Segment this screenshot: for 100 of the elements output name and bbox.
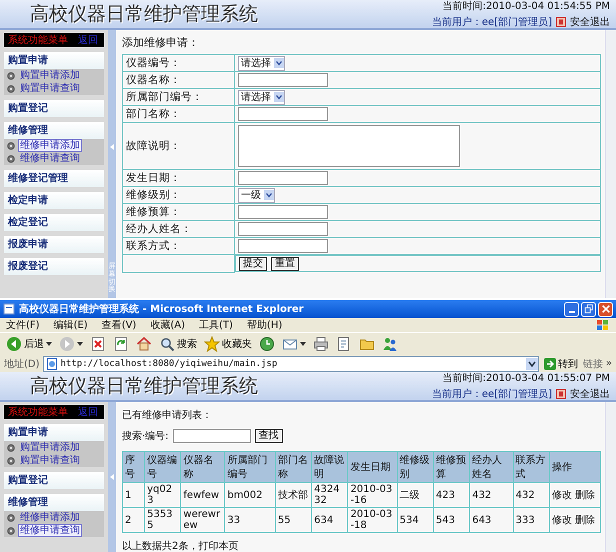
caret-icon [274,92,284,102]
input-field[interactable] [238,171,328,185]
dropdown[interactable]: 一级 [238,188,275,202]
logout-link[interactable]: 安全退出 [570,387,610,401]
menu-item[interactable]: 文件(F) [6,318,40,332]
system-title: 高校仪器日常维护管理系统 [30,2,258,27]
forward-button[interactable] [57,334,85,354]
caret-icon [274,58,284,68]
input-field[interactable] [238,73,328,87]
bullet-icon [7,154,15,162]
menu-group[interactable]: 维修管理 [4,122,104,139]
refresh-icon [113,336,129,352]
menu-item[interactable]: 帮助(H) [246,318,282,332]
address-label: 地址(D) [4,358,40,370]
menu-group[interactable]: 维修管理 [4,494,104,511]
links-label[interactable]: 链接 [582,356,603,370]
menu-item[interactable]: 维修申请查询 [18,524,82,537]
menu-item[interactable]: 工具(T) [199,318,233,332]
table-cell: 543 [433,508,470,532]
menu-group[interactable]: 报废申请 [4,236,104,253]
page-icon [3,303,15,315]
bullet-icon [7,84,15,92]
column-header: 序号 [122,452,145,482]
search-button[interactable]: 搜索 [157,334,199,354]
column-header: 操作 [549,452,600,482]
input-field[interactable] [238,239,328,253]
scrollbar[interactable] [605,30,616,298]
restore-icon [584,304,594,314]
menu-group[interactable]: 购置登记 [4,472,104,489]
caret-icon [300,342,306,346]
menu-title: 系统功能菜单 [8,406,68,419]
flag-icon [596,319,610,331]
menu-group[interactable]: 购置登记 [4,100,104,117]
action-link[interactable]: 删除 [574,490,595,501]
bullet-icon [7,444,15,452]
menu-item[interactable]: 维修申请添加 [18,139,82,152]
menu-item[interactable]: 收藏(A) [150,318,185,332]
input-field[interactable] [238,222,328,236]
menu-group[interactable]: 检定申请 [4,192,104,209]
field-label: 故障说明： [122,122,234,170]
close-button[interactable] [598,302,613,316]
go-button[interactable]: 转到 [542,356,580,370]
field-label: 仪器名称： [122,72,234,88]
record-summary: 以上数据共2条，打印本页 [122,540,240,552]
action-link[interactable]: 删除 [574,515,595,526]
input-field[interactable] [238,205,328,219]
logout-link[interactable]: 安全退出 [570,15,610,29]
back-button[interactable]: 后退 [4,334,54,354]
menu-title: 系统功能菜单 [8,34,68,47]
bullet-icon [7,72,15,80]
menu-group[interactable]: 购置申请 [4,424,104,441]
column-header: 经办人姓名 [470,452,514,482]
column-header: 所属部门编号 [224,452,276,482]
home-icon [136,336,152,352]
dropdown[interactable]: 请选择 [238,90,285,104]
table-cell: 二级 [397,482,434,508]
minimize-button[interactable] [564,302,579,316]
restore-button[interactable] [581,302,596,316]
menu-item[interactable]: 编辑(E) [54,318,88,332]
menu-group[interactable]: 购置申请 [4,52,104,69]
favorites-button[interactable]: 收藏夹 [202,334,254,354]
form-button[interactable]: 提交 [239,256,267,270]
textarea-field[interactable] [238,125,460,167]
print-button[interactable] [311,334,331,354]
dropdown[interactable]: 请选择 [238,56,285,70]
table-cell: 53535 [144,508,181,532]
action-link[interactable]: 修改 [552,515,572,526]
action-link[interactable]: 修改 [552,490,572,501]
scrollbar[interactable] [605,402,616,552]
column-header: 发生日期 [348,452,398,482]
search-icon [159,336,175,352]
bullet-icon [7,514,15,522]
column-header: 维修级别 [397,452,434,482]
table-cell: 432432 [312,482,348,508]
input-field[interactable] [238,107,328,121]
search-field[interactable] [172,429,251,443]
table-cell: 423 [433,482,470,508]
history-button[interactable] [257,334,277,354]
address-field[interactable]: http://localhost:8080/yiqiweihu/main.jsp [42,356,539,372]
collapse-arrow-icon [110,144,114,150]
document-icon [336,336,352,352]
search-button[interactable]: 查找 [254,429,283,443]
table-cell: 432 [513,482,550,508]
column-header: 维修预算 [433,452,470,482]
menu-group[interactable]: 检定登记 [4,214,104,231]
column-header: 仪器名称 [180,452,225,482]
menu-group[interactable]: 维修登记管理 [4,170,104,187]
form-button[interactable]: 重置 [271,256,299,270]
chevron[interactable]: » [606,358,612,369]
field-label: 发生日期： [122,170,234,186]
menu-group[interactable]: 报废登记 [4,258,104,275]
table-cell: yq023 [144,482,181,508]
menu-item[interactable]: 查看(V) [102,318,136,332]
caret-icon [77,342,83,346]
table-cell: 2010-03-16 [348,482,398,508]
bullet-icon [7,142,15,150]
field-label: 维修级别： [122,186,234,204]
current-user: 当前用户：ee[部门管理员] [432,16,552,29]
table-cell: 534 [397,508,434,532]
table-cell: 643 [470,508,514,532]
